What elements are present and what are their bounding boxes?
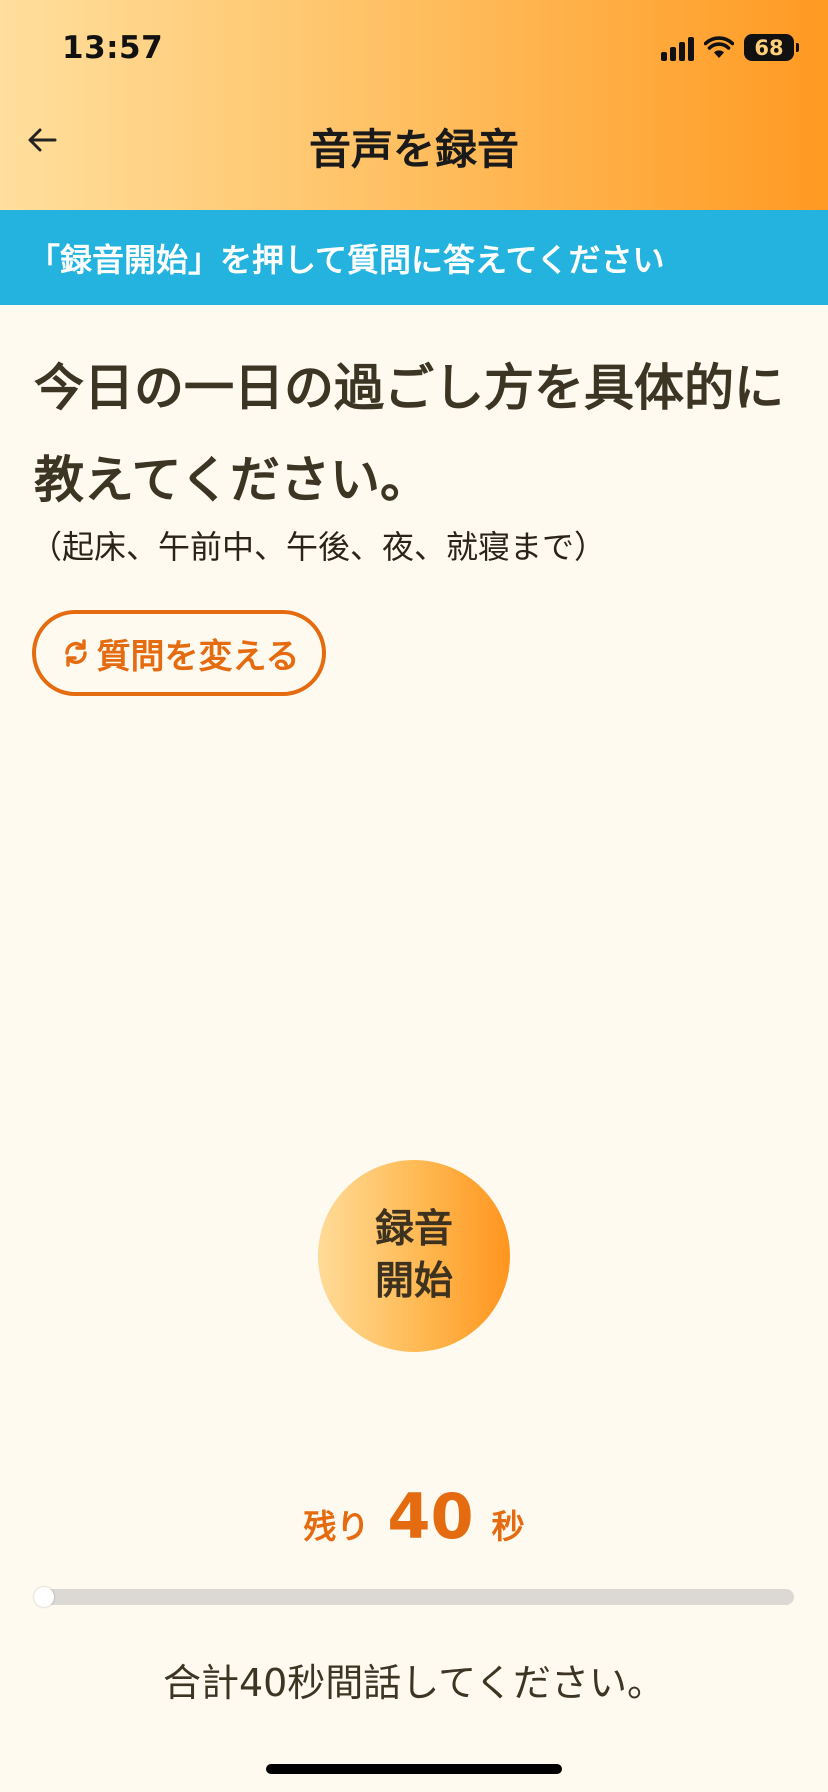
wifi-icon — [704, 35, 734, 58]
refresh-icon — [64, 639, 87, 667]
status-icons: 68 — [661, 34, 799, 61]
record-start-label: 録音開始 — [374, 1207, 453, 1304]
duration-instruction: 合計40秒間話してください。 — [162, 1661, 666, 1705]
recording-screen: 13:57 68 音声を録音 「録音開始」を押して質問に答えてください 今日の一… — [0, 0, 828, 1792]
instruction-text: 「録音開始」を押して質問に答えてください — [28, 240, 665, 279]
record-start-button[interactable]: 録音開始 — [318, 1160, 510, 1352]
status-time: 13:57 — [62, 30, 164, 66]
remaining-timer: 残り 40 秒 — [0, 1480, 828, 1553]
change-question-label: 質問を変える — [96, 636, 300, 677]
question-subtext: （起床、午前中、午後、夜、就寝まで） — [30, 528, 607, 566]
recording-progress-bar — [34, 1587, 794, 1607]
page-title: 音声を録音 — [308, 125, 519, 174]
progress-knob — [34, 1587, 54, 1607]
home-indicator — [266, 1764, 562, 1774]
change-question-button[interactable]: 質問を変える — [32, 610, 326, 696]
instruction-banner: 「録音開始」を押して質問に答えてください — [0, 210, 828, 305]
battery-icon: 68 — [744, 34, 799, 61]
question-text: 今日の一日の過ごし方を具体的に教えてください。 — [34, 359, 784, 509]
battery-level: 68 — [754, 35, 784, 60]
timer-seconds: 40 — [387, 1480, 474, 1553]
cellular-signal-icon — [661, 35, 694, 61]
timer-suffix: 秒 — [491, 1507, 525, 1546]
header: 13:57 68 音声を録音 — [0, 0, 828, 210]
timer-prefix: 残り — [303, 1507, 370, 1546]
